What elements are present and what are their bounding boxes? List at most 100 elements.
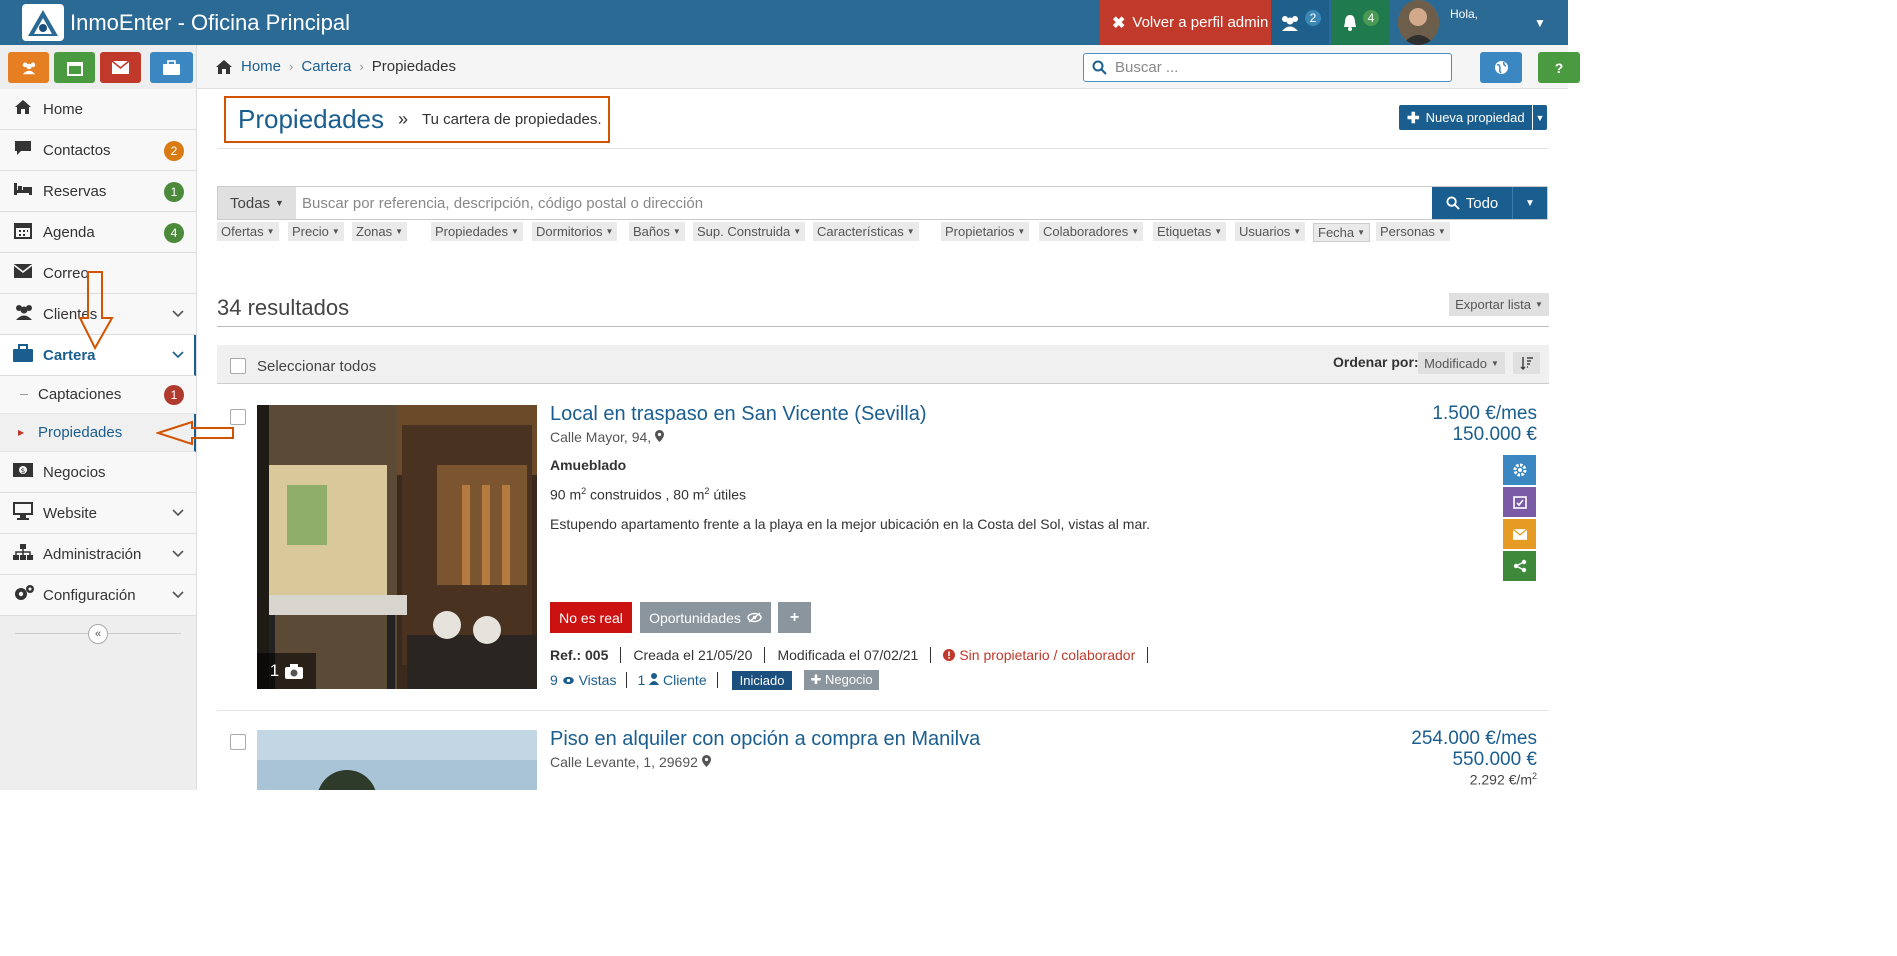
filter-etiquetas[interactable]: Etiquetas ▼ xyxy=(1153,222,1227,241)
filter-superficie[interactable]: Sup. Construida ▼ xyxy=(693,222,806,241)
breadcrumb-cartera-link[interactable]: Cartera xyxy=(301,58,351,75)
search-button[interactable]: Todo xyxy=(1432,187,1512,219)
filter-dormitorios[interactable]: Dormitorios ▼ xyxy=(532,222,618,241)
sidebar-item-label: Website xyxy=(43,504,97,522)
add-deal-button[interactable]: ✚ Negocio xyxy=(804,670,879,690)
photo-count-value: 1 xyxy=(269,661,280,680)
filter-usuarios[interactable]: Usuarios ▼ xyxy=(1235,222,1306,241)
new-property-button[interactable]: ✚ Nueva propiedad xyxy=(1399,105,1532,130)
filter-precio[interactable]: Precio ▼ xyxy=(288,222,344,241)
filter-propiedades[interactable]: Propiedades ▼ xyxy=(431,222,523,241)
brand[interactable]: InmoEnter - Oficina Principal xyxy=(22,3,350,42)
sort-direction-button[interactable] xyxy=(1513,352,1540,374)
property-email-button[interactable] xyxy=(1503,519,1536,549)
status-badge[interactable]: Iniciado xyxy=(731,670,793,690)
sidebar-item-reservas[interactable]: Reservas 1 xyxy=(0,171,196,212)
sidebar-item-website[interactable]: Website xyxy=(0,493,196,534)
views-link[interactable]: 9 Vistas xyxy=(550,672,616,688)
filter-label: Fecha xyxy=(1318,225,1355,240)
sidebar-item-correo[interactable]: Correo xyxy=(0,253,196,294)
property-search-placeholder: Buscar por referencia, descripción, códi… xyxy=(302,194,704,212)
export-list-button[interactable]: Exportar lista ▼ xyxy=(1449,293,1549,316)
quick-contacts-button[interactable] xyxy=(8,52,49,83)
quick-mail-button[interactable] xyxy=(100,52,141,83)
search-options-button[interactable]: ▼ xyxy=(1512,187,1547,219)
property-checkbox[interactable] xyxy=(230,734,246,750)
breadcrumb-home-link[interactable]: Home xyxy=(241,58,281,75)
calendar-check-icon xyxy=(1512,496,1527,509)
filter-personas[interactable]: Personas ▼ xyxy=(1376,222,1450,241)
filter-bar: Ofertas ▼ Precio ▼ Zonas ▼ Propiedades ▼ Dor… xyxy=(217,222,1517,242)
sidebar-subitem-captaciones[interactable]: Captaciones 1 xyxy=(0,376,196,414)
map-marker-icon xyxy=(655,430,665,442)
user-menu[interactable]: Hola, ▼ xyxy=(1389,0,1568,45)
filter-label: Baños xyxy=(633,224,670,239)
help-button[interactable]: ? xyxy=(1538,52,1580,83)
property-checkbox[interactable] xyxy=(230,409,246,425)
caret-down-icon: ▼ xyxy=(511,227,519,236)
back-to-admin-button[interactable]: ✖ Volver a perfil admin xyxy=(1100,0,1271,45)
property-address-text: Calle Levante, 1, 29692 xyxy=(550,754,698,770)
plus-icon: ✚ xyxy=(1407,109,1420,127)
filter-propietarios[interactable]: Propietarios ▼ xyxy=(941,222,1030,241)
property-photo[interactable] xyxy=(257,730,537,790)
area-end: útiles xyxy=(709,486,747,503)
property-share-button[interactable] xyxy=(1503,551,1536,581)
sidebar-item-negocios[interactable]: $ Negocios xyxy=(0,452,196,493)
filter-zonas[interactable]: Zonas ▼ xyxy=(352,222,408,241)
property-title-link[interactable]: Local en traspaso en San Vicente (Sevill… xyxy=(550,403,927,426)
global-search-input[interactable]: Buscar ... xyxy=(1083,53,1452,82)
sidebar-subitem-propiedades[interactable]: ▶ Propiedades xyxy=(0,414,196,452)
filter-caracteristicas[interactable]: Características ▼ xyxy=(813,222,919,241)
not-real-tag[interactable]: No es real xyxy=(550,602,632,633)
property-card: Piso en alquiler con opción a compra en … xyxy=(217,730,1549,790)
captaciones-badge: 1 xyxy=(164,385,184,405)
collapse-sidebar-button[interactable]: « xyxy=(88,624,108,644)
property-schedule-button[interactable] xyxy=(1503,487,1536,517)
contactos-badge: 2 xyxy=(164,141,184,161)
sidebar-item-configuracion[interactable]: Configuración xyxy=(0,575,196,616)
search-category-select[interactable]: Todas ▼ xyxy=(218,187,296,219)
sidebar-item-administracion[interactable]: Administración xyxy=(0,534,196,575)
sidebar-item-clientes[interactable]: Clientes xyxy=(0,294,196,335)
sidebar-item-cartera[interactable]: Cartera xyxy=(0,335,196,376)
filter-fecha[interactable]: Fecha ▼ xyxy=(1313,223,1371,242)
sidebar-item-label: Home xyxy=(43,100,84,118)
order-by-select[interactable]: Modificado ▼ xyxy=(1418,352,1505,374)
camera-icon xyxy=(285,663,304,679)
users-button[interactable]: 2 xyxy=(1271,0,1329,45)
tree-line xyxy=(20,394,28,395)
divider xyxy=(930,647,932,663)
eye-slash-icon xyxy=(747,612,762,623)
quick-calendar-button[interactable] xyxy=(54,52,95,83)
filter-colaboradores[interactable]: Colaboradores ▼ xyxy=(1039,222,1144,241)
sidebar-item-contactos[interactable]: Contactos 2 xyxy=(0,130,196,171)
quick-briefcase-button[interactable] xyxy=(150,52,193,83)
sidebar-item-home[interactable]: Home xyxy=(0,89,196,130)
divider xyxy=(1147,647,1149,663)
divider xyxy=(716,672,718,688)
caret-down-icon: ▼ xyxy=(906,227,915,236)
clients-link[interactable]: 1 Cliente xyxy=(637,672,706,688)
caret-down-icon: ▼ xyxy=(275,198,284,208)
caret-down-icon: ▼ xyxy=(1525,197,1535,209)
no-owner-warning[interactable]: Sin propietario / colaborador xyxy=(959,647,1135,663)
property-title-link[interactable]: Piso en alquiler con opción a compra en … xyxy=(550,730,980,751)
property-settings-button[interactable] xyxy=(1503,455,1536,485)
sidebar-item-label: Configuración xyxy=(43,586,136,604)
filter-label: Ofertas xyxy=(221,224,264,239)
sidebar-item-agenda[interactable]: Agenda 4 xyxy=(0,212,196,253)
select-all-checkbox[interactable] xyxy=(230,358,246,374)
property-photo[interactable]: 1 xyxy=(257,405,537,689)
search-icon xyxy=(1092,60,1107,75)
envelope-icon xyxy=(1512,528,1527,540)
filter-banos[interactable]: Baños ▼ xyxy=(629,222,685,241)
opportunities-button[interactable]: Oportunidades xyxy=(640,602,771,633)
add-opportunity-button[interactable]: + xyxy=(778,602,811,633)
new-property-dropdown-button[interactable]: ▼ xyxy=(1533,105,1547,130)
website-button[interactable] xyxy=(1480,52,1522,83)
filter-label: Personas xyxy=(1380,224,1435,239)
notifications-button[interactable]: 4 xyxy=(1331,0,1389,45)
property-search-input[interactable]: Buscar por referencia, descripción, códi… xyxy=(296,187,1432,219)
filter-ofertas[interactable]: Ofertas ▼ xyxy=(217,222,279,241)
